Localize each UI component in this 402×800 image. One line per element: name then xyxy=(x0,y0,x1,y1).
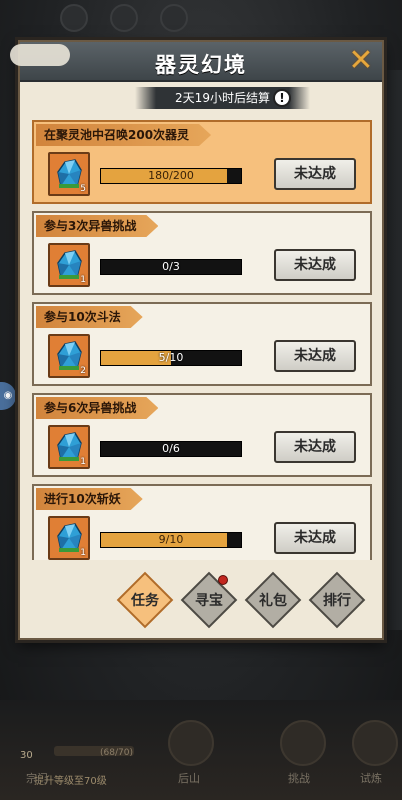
task-progress-bar: 0/6 xyxy=(100,441,242,457)
background-icon xyxy=(110,4,138,32)
task-progress-text: 9/10 xyxy=(158,533,184,546)
task-status-button[interactable]: 未达成 xyxy=(274,158,356,190)
reward-count: 1 xyxy=(80,457,86,467)
task-title: 进行10次斩妖 xyxy=(36,488,143,510)
reward-count: 5 xyxy=(80,184,86,194)
background-top-bar xyxy=(0,0,402,40)
crystal-icon xyxy=(57,341,82,370)
background-icon xyxy=(160,4,188,32)
task-progress-bar: 0/3 xyxy=(100,259,242,275)
task-progress-text: 180/200 xyxy=(148,169,194,182)
task-progress-text: 5/10 xyxy=(158,351,184,364)
crystal-icon xyxy=(57,159,82,188)
close-icon[interactable]: ✕ xyxy=(346,46,376,76)
task-progress-bar: 5/10 xyxy=(100,350,242,366)
crystal-icon xyxy=(57,250,82,279)
tab-treasure[interactable]: 寻宝 xyxy=(179,590,239,610)
nav-icon-houshan[interactable] xyxy=(168,720,214,766)
task-progress-text: 0/6 xyxy=(162,442,180,455)
task-list[interactable]: 在聚灵池中召唤200次器灵 5 180/200 未达成 参与3次异兽挑战 1 0/3 未达成参… xyxy=(32,120,372,560)
task-title: 参与6次异兽挑战 xyxy=(36,397,158,419)
task-row: 进行10次斩妖 1 9/10 未达成 xyxy=(32,484,372,560)
nav-icon-shilian[interactable] xyxy=(352,720,398,766)
tab-task[interactable]: 任务 xyxy=(115,590,175,610)
reward-item-slot[interactable]: 5 xyxy=(48,152,90,196)
reward-count: 2 xyxy=(80,366,86,376)
level-progress: (68/70) xyxy=(100,748,133,758)
tab-gift[interactable]: 礼包 xyxy=(243,590,303,610)
nav-label-tiaozhan[interactable]: 挑战 xyxy=(288,770,310,786)
notification-badge xyxy=(218,575,228,585)
task-status-button[interactable]: 未达成 xyxy=(274,340,356,372)
task-row: 参与6次异兽挑战 1 0/6 未达成 xyxy=(32,393,372,477)
task-title: 在聚灵池中召唤200次器灵 xyxy=(36,124,211,146)
event-panel: 器灵幻境 ✕ 2天19小时后结算 ! 在聚灵池中召唤200次器灵 5 180/200… xyxy=(10,40,384,640)
task-row: 参与10次斗法 2 5/10 未达成 xyxy=(32,302,372,386)
tab-rank[interactable]: 排行 xyxy=(307,590,367,610)
task-status-button[interactable]: 未达成 xyxy=(274,431,356,463)
info-icon[interactable]: ! xyxy=(273,89,291,107)
crystal-icon xyxy=(57,523,82,552)
level-widget[interactable]: 30 (68/70) 提升等级至70级 xyxy=(14,728,134,787)
reward-item-slot[interactable]: 1 xyxy=(48,516,90,560)
task-progress-text: 0/3 xyxy=(162,260,180,273)
nav-label-zongmen[interactable]: 宗门 xyxy=(26,770,48,786)
nav-label-houshan[interactable]: 后山 xyxy=(178,770,200,786)
task-row: 参与3次异兽挑战 1 0/3 未达成 xyxy=(32,211,372,295)
task-status-button[interactable]: 未达成 xyxy=(274,249,356,281)
task-progress-bar: 180/200 xyxy=(100,168,242,184)
background-icon xyxy=(60,4,88,32)
reward-count: 1 xyxy=(80,275,86,285)
task-status-button[interactable]: 未达成 xyxy=(274,522,356,554)
panel-title-bar: 器灵幻境 ✕ xyxy=(10,42,382,82)
task-title: 参与3次异兽挑战 xyxy=(36,215,158,237)
task-title: 参与10次斗法 xyxy=(36,306,143,328)
reward-item-slot[interactable]: 1 xyxy=(48,243,90,287)
reward-item-slot[interactable]: 2 xyxy=(48,334,90,378)
reward-count: 1 xyxy=(80,548,86,558)
task-progress-bar: 9/10 xyxy=(100,532,242,548)
nav-icon-tiaozhan[interactable] xyxy=(280,720,326,766)
reward-item-slot[interactable]: 1 xyxy=(48,425,90,469)
level-number: 30 xyxy=(20,750,33,761)
nav-label-shilian[interactable]: 试炼 xyxy=(360,770,382,786)
task-row: 在聚灵池中召唤200次器灵 5 180/200 未达成 xyxy=(32,120,372,204)
tab-bar: 任务 寻宝 礼包 排行 xyxy=(20,571,382,629)
crystal-icon xyxy=(57,432,82,461)
bottom-nav-bar: 30 (68/70) 提升等级至70级 宗门 后山 挑战 试炼 xyxy=(0,700,402,800)
panel-title: 器灵幻境 xyxy=(155,52,247,77)
